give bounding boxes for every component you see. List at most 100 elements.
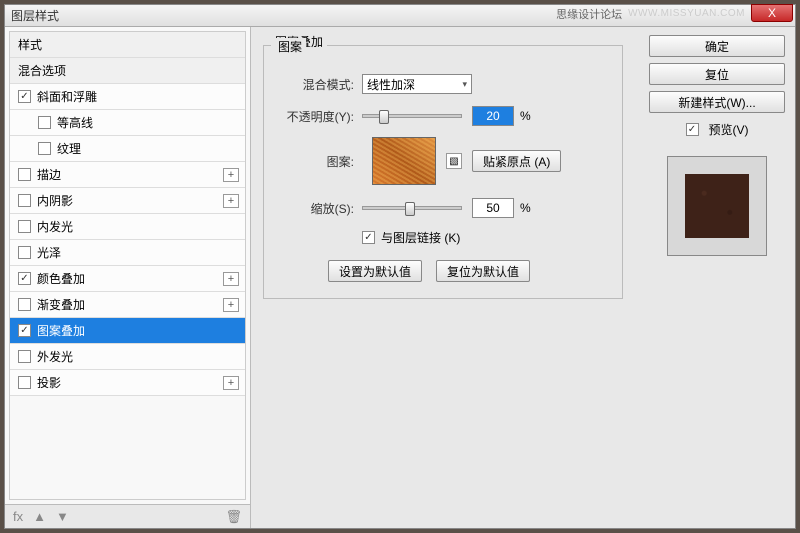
style-checkbox[interactable] [18, 350, 31, 363]
style-item-label: 外发光 [37, 348, 73, 365]
style-item[interactable]: 外发光 [10, 344, 245, 370]
style-item-label: 内发光 [37, 218, 73, 235]
style-item-label: 颜色叠加 [37, 270, 85, 287]
preview-checkbox[interactable]: ✓ [686, 123, 699, 136]
opacity-input[interactable]: 20 [472, 106, 514, 126]
style-checkbox[interactable] [18, 194, 31, 207]
blend-mode-value: 线性加深 [367, 76, 415, 93]
titlebar-right: 思缘设计论坛 WWW.MISSYUAN.COM X [556, 5, 793, 22]
slider-thumb[interactable] [379, 110, 389, 124]
style-item-label: 光泽 [37, 244, 61, 261]
link-layer-label: 与图层链接 (K) [381, 229, 460, 246]
style-item[interactable]: 混合选项 [10, 58, 245, 84]
pattern-label: 图案: [278, 153, 354, 170]
style-item[interactable]: 纹理 [10, 136, 245, 162]
link-layer-checkbox[interactable]: ✓ [362, 231, 375, 244]
style-checkbox[interactable] [38, 116, 51, 129]
forum-name: 思缘设计论坛 [556, 6, 622, 22]
blend-mode-row: 混合模式: 线性加深 ▾ [278, 73, 608, 95]
style-item[interactable]: ✓ 斜面和浮雕 [10, 84, 245, 110]
dialog-title: 图层样式 [11, 7, 59, 24]
preview-swatch [685, 174, 749, 238]
opacity-unit: % [520, 109, 531, 123]
style-list: 样式混合选项 ✓ 斜面和浮雕等高线纹理描边 + 内阴影 + 内发光光泽 ✓ 颜色叠加 + 渐变叠加 +… [9, 31, 246, 500]
style-item[interactable]: 等高线 [10, 110, 245, 136]
style-checkbox[interactable]: ✓ [18, 272, 31, 285]
style-item-label: 样式 [18, 36, 42, 53]
slider-thumb[interactable] [405, 202, 415, 216]
style-checkbox[interactable] [38, 142, 51, 155]
add-effect-icon[interactable]: + [223, 376, 239, 390]
style-item-label: 混合选项 [18, 62, 66, 79]
close-icon: X [768, 6, 776, 20]
reset-button[interactable]: 复位 [649, 63, 785, 85]
style-item[interactable]: 投影 + [10, 370, 245, 396]
scale-input[interactable]: 50 [472, 198, 514, 218]
style-checkbox[interactable] [18, 376, 31, 389]
trash-icon[interactable]: 🗑 [225, 509, 242, 525]
arrow-up-icon[interactable]: ▲ [33, 509, 46, 524]
scale-row: 缩放(S): 50 % [278, 197, 608, 219]
layer-style-dialog: 图层样式 思缘设计论坛 WWW.MISSYUAN.COM X 样式混合选项 ✓ 斜面… [4, 4, 796, 529]
style-checkbox[interactable] [18, 220, 31, 233]
new-style-button[interactable]: 新建样式(W)... [649, 91, 785, 113]
blend-mode-label: 混合模式: [278, 76, 354, 93]
fx-icon[interactable]: fx [13, 509, 23, 524]
add-effect-icon[interactable]: + [223, 194, 239, 208]
style-item-label: 等高线 [57, 114, 93, 131]
style-item[interactable]: ✓ 图案叠加 [10, 318, 245, 344]
style-item-label: 渐变叠加 [37, 296, 85, 313]
right-column: 确定 复位 新建样式(W)... ✓ 预览(V) [639, 27, 795, 528]
pattern-fieldset: 图案 混合模式: 线性加深 ▾ 不透明度(Y): 20 % 图案: [263, 45, 623, 299]
opacity-slider[interactable] [362, 114, 462, 118]
set-default-button[interactable]: 设置为默认值 [328, 260, 422, 282]
styles-sidebar: 样式混合选项 ✓ 斜面和浮雕等高线纹理描边 + 内阴影 + 内发光光泽 ✓ 颜色叠加 + 渐变叠加 +… [5, 27, 251, 528]
titlebar: 图层样式 思缘设计论坛 WWW.MISSYUAN.COM X [5, 5, 795, 27]
blend-mode-select[interactable]: 线性加深 ▾ [362, 74, 472, 94]
chevron-down-icon: ▾ [462, 79, 467, 90]
style-checkbox[interactable] [18, 168, 31, 181]
opacity-row: 不透明度(Y): 20 % [278, 105, 608, 127]
style-item-label: 内阴影 [37, 192, 73, 209]
add-effect-icon[interactable]: + [223, 298, 239, 312]
pattern-thumbnail: ▾ [372, 137, 436, 185]
add-effect-icon[interactable]: + [223, 272, 239, 286]
style-item[interactable]: ✓ 颜色叠加 + [10, 266, 245, 292]
forum-url: WWW.MISSYUAN.COM [628, 8, 745, 19]
style-item-label: 投影 [37, 374, 61, 391]
preview-label: 预览(V) [709, 121, 749, 138]
style-checkbox[interactable] [18, 246, 31, 259]
style-item[interactable]: 渐变叠加 + [10, 292, 245, 318]
new-pattern-icon[interactable]: ▧ [446, 153, 462, 169]
main-panel: 图案叠加 图案 混合模式: 线性加深 ▾ 不透明度(Y): 20 % [251, 27, 639, 528]
link-layer-row: ✓ 与图层链接 (K) [362, 229, 608, 246]
style-checkbox[interactable]: ✓ [18, 90, 31, 103]
style-item-label: 描边 [37, 166, 61, 183]
ok-button[interactable]: 确定 [649, 35, 785, 57]
reset-default-button[interactable]: 复位为默认值 [436, 260, 530, 282]
style-item[interactable]: 样式 [10, 32, 245, 58]
add-effect-icon[interactable]: + [223, 168, 239, 182]
style-item[interactable]: 内发光 [10, 214, 245, 240]
default-buttons: 设置为默认值 复位为默认值 [328, 260, 608, 282]
arrow-down-icon[interactable]: ▼ [56, 509, 69, 524]
style-item-label: 斜面和浮雕 [37, 88, 97, 105]
fieldset-title: 图案 [274, 38, 306, 55]
scale-unit: % [520, 201, 531, 215]
style-checkbox[interactable] [18, 298, 31, 311]
close-button[interactable]: X [751, 4, 793, 22]
opacity-label: 不透明度(Y): [278, 108, 354, 125]
pattern-row: 图案: ▾ ▧ 贴紧原点 (A) [278, 137, 608, 185]
scale-slider[interactable] [362, 206, 462, 210]
style-item[interactable]: 内阴影 + [10, 188, 245, 214]
style-item[interactable]: 光泽 [10, 240, 245, 266]
style-item-label: 纹理 [57, 140, 81, 157]
style-item-label: 图案叠加 [37, 322, 85, 339]
sidebar-footer: fx ▲ ▼ 🗑 [5, 504, 250, 528]
pattern-picker[interactable]: ▾ [372, 137, 436, 185]
style-item[interactable]: 描边 + [10, 162, 245, 188]
dialog-body: 样式混合选项 ✓ 斜面和浮雕等高线纹理描边 + 内阴影 + 内发光光泽 ✓ 颜色叠加 + 渐变叠加 +… [5, 27, 795, 528]
preview-row: ✓ 预览(V) [649, 121, 785, 138]
snap-origin-button[interactable]: 贴紧原点 (A) [472, 150, 561, 172]
style-checkbox[interactable]: ✓ [18, 324, 31, 337]
